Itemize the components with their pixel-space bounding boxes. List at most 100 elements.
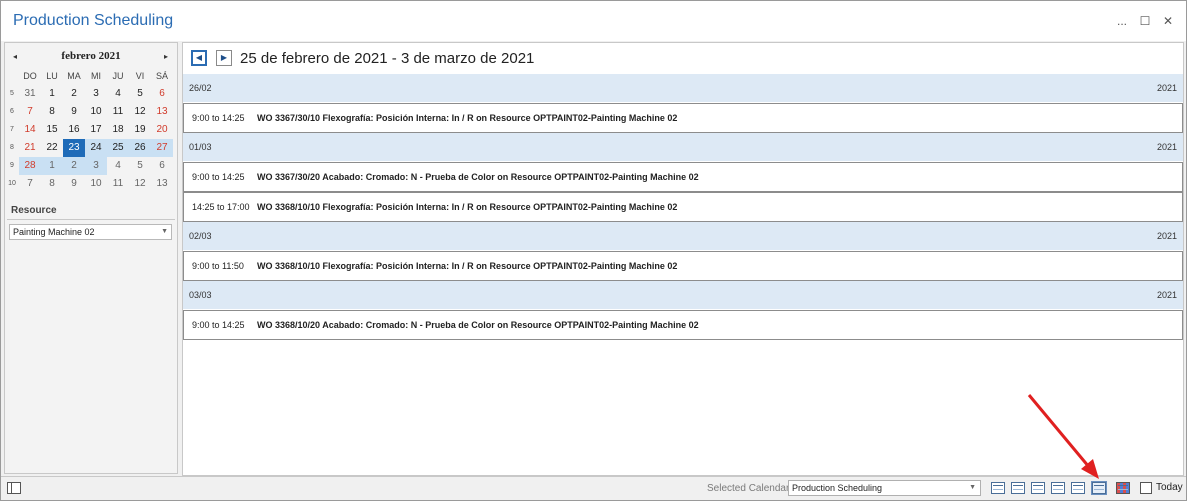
chevron-down-icon: ▼ [969,484,976,491]
selected-calendar-value: Production Scheduling [792,483,883,493]
calendar-day[interactable]: 4 [107,157,129,175]
weekday-label: SÁ [155,71,168,81]
calendar-day[interactable]: 1 [41,85,63,103]
calendar-day[interactable]: 7 [19,103,41,121]
appointment-description: WO 3368/10/10 Flexografía: Posición Inte… [257,202,678,212]
month-view-icon[interactable] [1051,482,1065,494]
calendar-day[interactable]: 16 [63,121,85,139]
calendar-day[interactable]: 2 [63,85,85,103]
resource-value: Painting Machine 02 [13,227,95,237]
calendar-day[interactable]: 8 [41,175,63,193]
appointment-row[interactable]: 9:00 to 14:25 WO 3367/30/10 Flexografía: … [183,103,1183,133]
appointment-row[interactable]: 14:25 to 17:00 WO 3368/10/10 Flexografía:… [183,192,1183,222]
more-options-icon[interactable]: ... [1114,13,1130,29]
calendar-day[interactable]: 31 [19,85,41,103]
chevron-down-icon: ▼ [161,228,168,235]
prev-period-button[interactable]: ◀ [191,50,207,66]
appointment-row[interactable]: 9:00 to 14:25 WO 3368/10/20 Acabado: Crom… [183,310,1183,340]
agenda-view-icon[interactable] [1091,481,1107,495]
calendar-day[interactable]: 9 [63,103,85,121]
weekday-label: VI [135,71,145,81]
week-number: 5 [10,90,14,97]
calendar-day[interactable]: 12 [129,103,151,121]
calendar-day[interactable]: 17 [85,121,107,139]
calendar-day[interactable]: 27 [151,139,173,157]
weekday-label: MI [91,71,101,81]
today-label: Today [1156,482,1183,493]
calendar-day[interactable]: 13 [151,175,173,193]
calendar-day[interactable]: 5 [129,157,151,175]
maximize-icon[interactable]: ☐ [1137,13,1153,29]
resource-label: Resource [7,204,175,220]
calendar-day[interactable]: 9 [63,175,85,193]
calendar-day[interactable]: 13 [151,103,173,121]
day-date: 02/03 [189,231,212,241]
day-date: 03/03 [189,290,212,300]
calendar-day[interactable]: 23 [63,139,85,157]
calendar-day[interactable]: 14 [19,121,41,139]
appointment-row[interactable]: 9:00 to 11:50 WO 3368/10/10 Flexografía: … [183,251,1183,281]
next-period-button[interactable]: ▶ [216,50,232,66]
day-view-icon[interactable] [991,482,1005,494]
close-icon[interactable]: ✕ [1160,13,1176,29]
week-view-icon[interactable] [1031,482,1045,494]
calendar-day[interactable]: 6 [151,85,173,103]
calendar-day[interactable]: 8 [41,103,63,121]
calendar-day[interactable]: 21 [19,139,41,157]
day-group-header: 02/03 2021 [183,222,1183,250]
weekday-label: MA [67,71,81,81]
appointment-row[interactable]: 9:00 to 14:25 WO 3367/30/20 Acabado: Crom… [183,162,1183,192]
window-title: Production Scheduling [13,12,174,29]
calendar-day[interactable]: 25 [107,139,129,157]
day-date: 01/03 [189,142,212,152]
appointment-description: WO 3368/10/20 Acabado: Cromado: N - Prue… [257,320,699,330]
day-year: 2021 [1156,231,1177,241]
calendar-day[interactable]: 3 [85,85,107,103]
appointment-time: 9:00 to 14:25 [192,113,245,123]
calendar-day[interactable]: 4 [107,85,129,103]
appointment-time: 14:25 to 17:00 [192,202,250,212]
calendar-day[interactable]: 22 [41,139,63,157]
calendar-week-row: 7 14 15 16 17 18 19 20 [5,121,177,139]
toggle-panel-icon[interactable] [7,482,21,494]
calendar-day[interactable]: 20 [151,121,173,139]
calendar-day[interactable]: 26 [129,139,151,157]
appointment-time: 9:00 to 11:50 [192,261,244,271]
calendar-day[interactable]: 2 [63,157,85,175]
calendar-day[interactable]: 12 [129,175,151,193]
day-year: 2021 [1156,290,1177,300]
calendar-day[interactable]: 6 [151,157,173,175]
week-number: 6 [10,108,14,115]
selected-calendar-select[interactable]: Production Scheduling ▼ [788,480,981,496]
resource-select[interactable]: Painting Machine 02 ▼ [9,224,172,240]
calendar-day[interactable]: 19 [129,121,151,139]
calendar-week-row: 5 31 1 2 3 4 5 6 [5,85,177,103]
gantt-view-icon[interactable] [1116,482,1130,494]
calendar-day[interactable]: 5 [129,85,151,103]
calendar-day[interactable]: 24 [85,139,107,157]
calendar-day[interactable]: 11 [107,103,129,121]
calendar-day[interactable]: 1 [41,157,63,175]
calendar-day[interactable]: 15 [41,121,63,139]
calendar-day[interactable]: 3 [85,157,107,175]
work-week-view-icon[interactable] [1011,482,1025,494]
month-label: febrero 2021 [61,50,121,62]
calendar-day[interactable]: 10 [85,103,107,121]
day-group-header: 26/02 2021 [183,74,1183,102]
week-number: 7 [10,126,14,133]
week-number: 8 [10,144,14,151]
scheduler-main: ◀ ▶ 25 de febrero de 2021 - 3 de marzo d… [182,42,1184,476]
calendar-day[interactable]: 28 [19,157,41,175]
next-month-icon[interactable]: ▸ [159,49,173,65]
calendar-day[interactable]: 11 [107,175,129,193]
day-year: 2021 [1156,142,1177,152]
appointment-time: 9:00 to 14:25 [192,320,245,330]
appointment-description: WO 3368/10/10 Flexografía: Posición Inte… [257,261,678,271]
day-group-header: 01/03 2021 [183,133,1183,161]
calendar-day[interactable]: 10 [85,175,107,193]
calendar-day[interactable]: 7 [19,175,41,193]
selected-calendar-label: Selected Calendar [707,483,790,494]
timeline-view-icon[interactable] [1071,482,1085,494]
weekday-label: JU [112,71,124,81]
calendar-day[interactable]: 18 [107,121,129,139]
